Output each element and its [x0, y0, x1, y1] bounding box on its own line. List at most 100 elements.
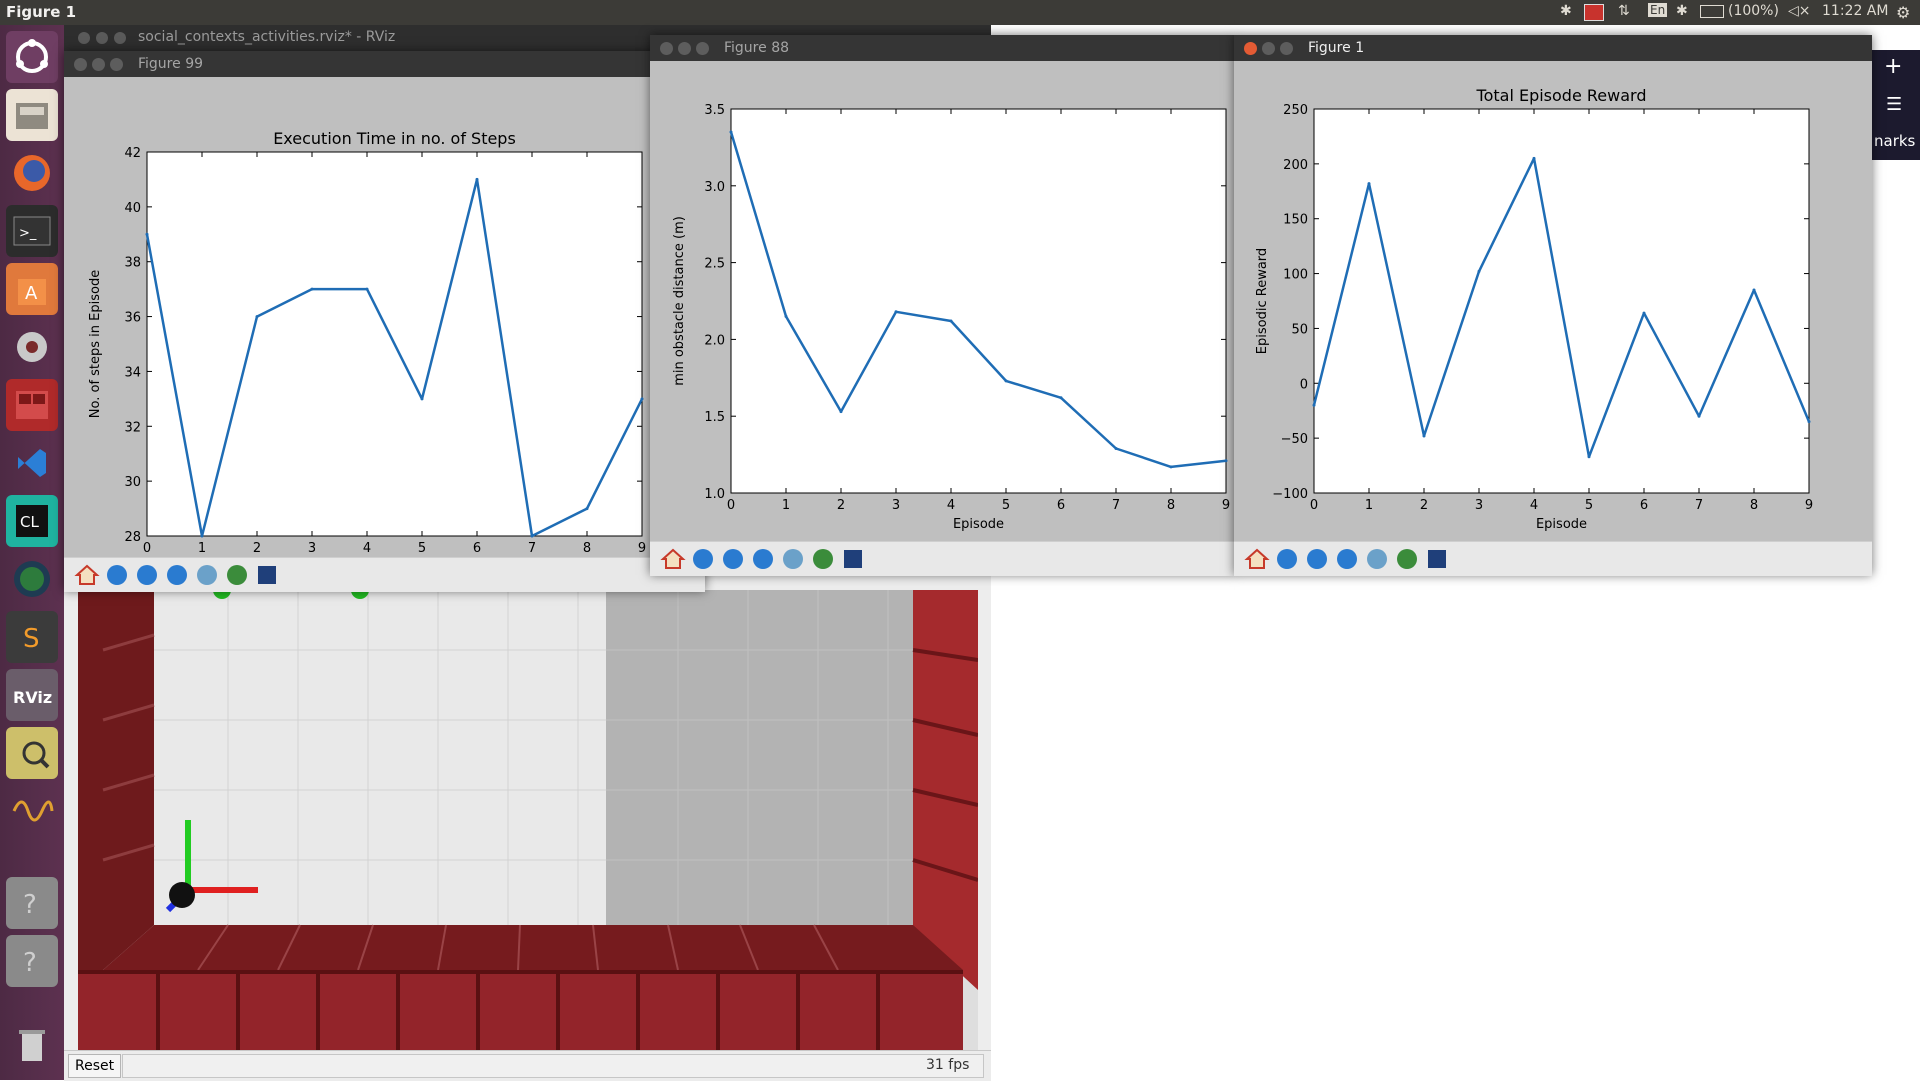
y-tick-label: 0 — [1300, 377, 1308, 392]
data-point — [1587, 455, 1591, 459]
system-settings-icon[interactable] — [6, 321, 58, 373]
forward-arrow-icon[interactable] — [134, 562, 160, 588]
keyboard-language-indicator[interactable]: En — [1648, 3, 1668, 17]
x-tick-label: 1 — [198, 541, 206, 556]
y-tick-label: 200 — [1283, 158, 1308, 173]
oscilloscope-icon[interactable] — [6, 785, 58, 837]
vscode-icon[interactable] — [6, 437, 58, 489]
min-obstacle-distance-chart: Episode min obstacle distance (m) 0 1 2 3 4 5 6 7… — [672, 103, 1230, 532]
clion-icon[interactable]: CL — [6, 495, 58, 547]
bluetooth-icon[interactable]: ✱ — [1676, 3, 1688, 19]
fps-readout: 31 fps — [926, 1057, 970, 1073]
volume-muted-icon[interactable]: ◁× — [1788, 3, 1811, 19]
rviz-icon[interactable]: RViz — [6, 669, 58, 721]
forward-arrow-icon[interactable] — [1304, 546, 1330, 572]
add-icon[interactable]: + — [1884, 54, 1902, 79]
home-icon[interactable] — [660, 546, 686, 572]
y-tick-label: 40 — [124, 201, 141, 216]
ubuntu-dash-icon[interactable] — [6, 31, 58, 83]
maximize-icon[interactable] — [110, 58, 123, 71]
maximize-icon[interactable] — [1280, 42, 1293, 55]
close-icon[interactable] — [74, 58, 87, 71]
battery-icon[interactable] — [1700, 5, 1724, 18]
figure-88-titlebar[interactable]: Figure 88 — [650, 35, 1235, 61]
pan-icon[interactable] — [1334, 546, 1360, 572]
image-viewer-icon[interactable] — [6, 727, 58, 779]
figure-99-window: Figure 99 Execution Time in no. of Steps… — [64, 51, 705, 592]
y-tick-label: −100 — [1272, 487, 1308, 502]
data-point — [530, 534, 534, 538]
close-icon[interactable] — [660, 42, 673, 55]
trash-icon[interactable] — [6, 1019, 58, 1071]
data-point — [1114, 446, 1118, 450]
window-title: Figure 1 — [1308, 40, 1365, 56]
files-icon[interactable] — [6, 89, 58, 141]
globe-icon[interactable] — [6, 553, 58, 605]
configure-subplots-icon[interactable] — [1394, 546, 1420, 572]
configure-subplots-icon[interactable] — [224, 562, 250, 588]
clock[interactable]: 11:22 AM — [1822, 3, 1888, 19]
svg-text:A: A — [25, 283, 38, 304]
network-icon[interactable]: ⇅ — [1618, 3, 1630, 19]
data-point — [1697, 414, 1701, 418]
x-tick-label: 1 — [782, 498, 790, 513]
plot-toolbar — [1234, 541, 1872, 576]
execution-steps-chart: Execution Time in no. of StepsEpisodeNo.… — [88, 129, 646, 556]
figure-1-titlebar[interactable]: Figure 1 — [1234, 35, 1872, 61]
minimize-icon[interactable] — [96, 32, 108, 44]
plot-toolbar — [64, 557, 705, 592]
data-point — [310, 287, 314, 291]
save-icon[interactable] — [840, 546, 866, 572]
data-point — [1642, 311, 1646, 315]
minimize-icon[interactable] — [92, 58, 105, 71]
unknown-app-icon[interactable]: ? — [6, 935, 58, 987]
workspace-switcher-icon[interactable] — [6, 379, 58, 431]
close-icon[interactable] — [78, 32, 90, 44]
minimize-icon[interactable] — [1262, 42, 1275, 55]
x-axis-label: Episode — [1536, 517, 1587, 532]
y-tick-label: 36 — [124, 311, 141, 326]
forward-arrow-icon[interactable] — [720, 546, 746, 572]
reset-button[interactable]: Reset — [68, 1054, 122, 1078]
data-point — [1532, 156, 1536, 160]
launcher: >_ A CL S RViz ? ? — [0, 25, 64, 1080]
save-icon[interactable] — [1424, 546, 1450, 572]
y-tick-label: 32 — [124, 420, 141, 435]
save-icon[interactable] — [254, 562, 280, 588]
back-arrow-icon[interactable] — [1274, 546, 1300, 572]
total-episode-reward-chart: Total Episode Reward Episode Episodic Rewa… — [1255, 86, 1813, 532]
record-indicator-icon[interactable] — [1584, 4, 1604, 21]
home-icon[interactable] — [1244, 546, 1270, 572]
unknown-app-icon[interactable]: ? — [6, 877, 58, 929]
figure-99-titlebar[interactable]: Figure 99 — [64, 51, 705, 77]
maximize-icon[interactable] — [114, 32, 126, 44]
rviz-3d-view[interactable] — [78, 590, 978, 1050]
pan-icon[interactable] — [164, 562, 190, 588]
data-point — [640, 397, 644, 401]
figure-1-window: Figure 1 Total Episode Reward Episode Epis… — [1234, 35, 1872, 576]
maximize-icon[interactable] — [696, 42, 709, 55]
configure-subplots-icon[interactable] — [810, 546, 836, 572]
y-axis-label: No. of steps in Episode — [88, 270, 103, 418]
zoom-icon[interactable] — [194, 562, 220, 588]
bluetooth-icon[interactable]: ✱ — [1560, 3, 1572, 19]
terminal-icon[interactable]: >_ — [6, 205, 58, 257]
zoom-icon[interactable] — [1364, 546, 1390, 572]
pan-icon[interactable] — [750, 546, 776, 572]
back-arrow-icon[interactable] — [690, 546, 716, 572]
x-tick-label: 6 — [473, 541, 481, 556]
menu-icon[interactable]: ☰ — [1886, 94, 1902, 115]
zoom-icon[interactable] — [780, 546, 806, 572]
x-tick-label: 9 — [1222, 498, 1230, 513]
software-center-icon[interactable]: A — [6, 263, 58, 315]
data-point — [1367, 182, 1371, 186]
x-tick-label: 5 — [418, 541, 426, 556]
close-icon[interactable] — [1244, 42, 1257, 55]
minimize-icon[interactable] — [678, 42, 691, 55]
home-icon[interactable] — [74, 562, 100, 588]
gear-icon[interactable]: ⚙ — [1896, 3, 1910, 22]
back-arrow-icon[interactable] — [104, 562, 130, 588]
y-tick-label: 30 — [124, 475, 141, 490]
sublime-text-icon[interactable]: S — [6, 611, 58, 663]
firefox-icon[interactable] — [6, 147, 58, 199]
